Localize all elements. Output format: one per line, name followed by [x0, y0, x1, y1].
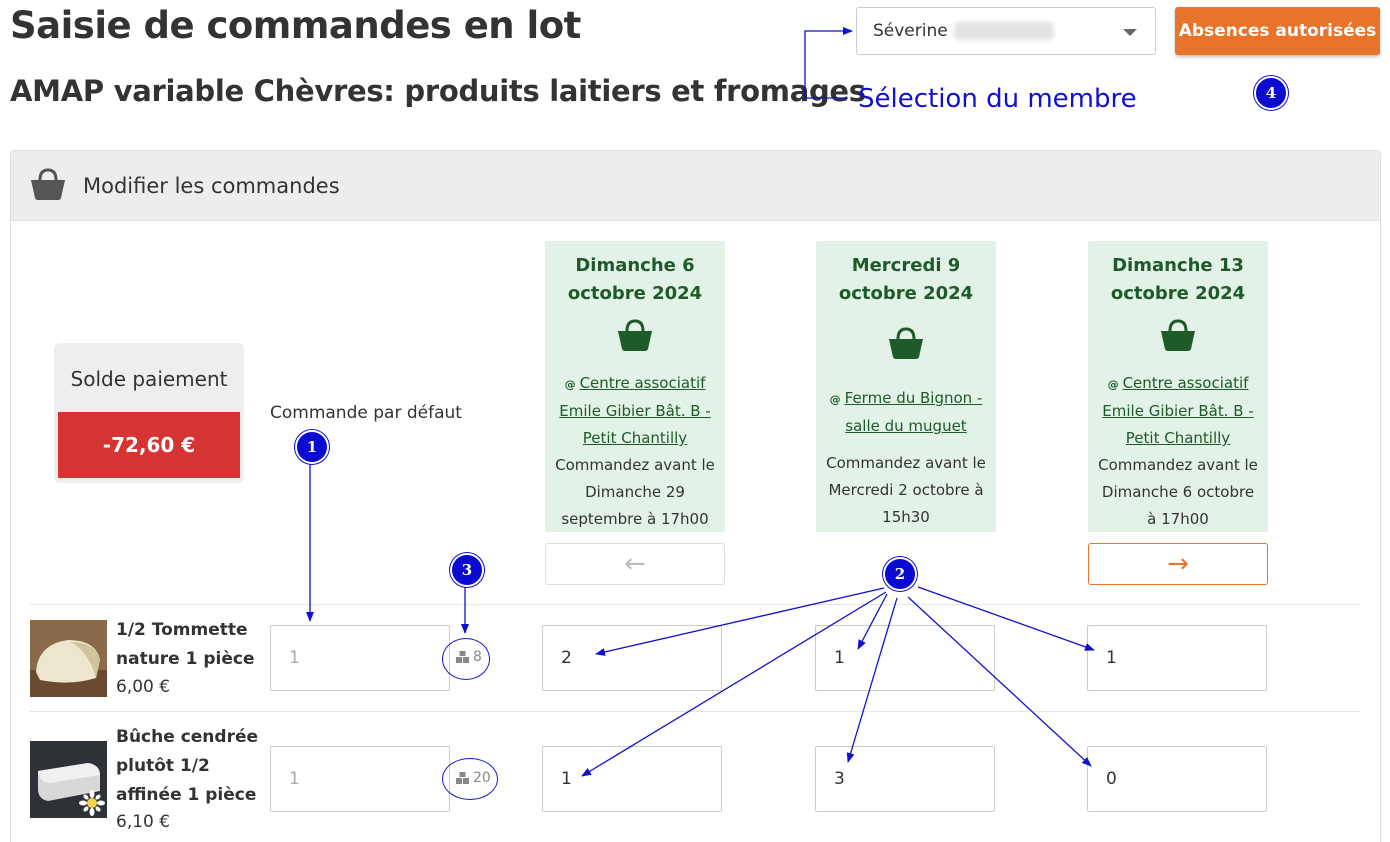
date-deadline: Commandez avant le Mercredi 2 octobre à …: [826, 454, 986, 526]
absences-button[interactable]: Absences autorisées: [1175, 7, 1380, 55]
qty-input[interactable]: 0: [1087, 746, 1267, 812]
qty-input[interactable]: 1: [815, 625, 995, 691]
annotation-marker-1: 1: [295, 430, 329, 464]
product-image: [30, 741, 107, 818]
panel-title: Modifier les commandes: [83, 173, 340, 198]
qty-input[interactable]: 2: [542, 625, 722, 691]
qty-input[interactable]: 1: [1087, 625, 1267, 691]
shopping-basket-icon: [816, 326, 996, 360]
annotation-member-label: Sélection du membre: [858, 84, 1137, 114]
shopping-basket-icon: [1088, 318, 1268, 352]
chevron-down-icon: [1123, 29, 1137, 36]
annotation-marker-3: 3: [450, 553, 484, 587]
stock-highlight-oval: [442, 638, 490, 680]
member-select[interactable]: Séverine: [856, 7, 1156, 55]
annotation-marker-4: 4: [1254, 76, 1288, 110]
prev-dates-button[interactable]: ←: [545, 543, 725, 585]
date-location-link[interactable]: @ Ferme du Bignon - salle du muguet: [816, 385, 996, 440]
default-qty-input[interactable]: 1: [270, 625, 450, 691]
qty-input[interactable]: 3: [815, 746, 995, 812]
product-image: [30, 620, 107, 697]
default-order-label: Commande par défaut: [270, 403, 462, 423]
product-name: Bûche cendrée plutôt 1/2 affinée 1 pièce: [116, 727, 259, 805]
annotation-marker-2: 2: [883, 557, 917, 591]
at-icon: @: [829, 393, 841, 406]
date-deadline: Commandez avant le Dimanche 29 septembre…: [555, 456, 715, 528]
date-card: Dimanche 13 octobre 2024 @ Centre associa…: [1088, 241, 1268, 532]
member-select-value: Séverine: [873, 21, 948, 41]
at-icon: @: [1107, 378, 1119, 391]
next-dates-button[interactable]: →: [1088, 543, 1268, 585]
date-deadline: Commandez avant le Dimanche 6 octobre à …: [1098, 456, 1258, 528]
date-location-link[interactable]: @ Centre associatif Emile Gibier Bât. B -…: [1088, 370, 1268, 452]
row-divider: [30, 711, 1360, 712]
default-qty-input[interactable]: 1: [270, 746, 450, 812]
product-name: 1/2 Tommette nature 1 pièce: [116, 620, 255, 669]
date-title: Dimanche 13 octobre 2024: [1110, 255, 1246, 304]
date-location-link[interactable]: @ Centre associatif Emile Gibier Bât. B -…: [545, 370, 725, 452]
date-title: Mercredi 9 octobre 2024: [838, 255, 974, 304]
product-price: 6,10 €: [116, 812, 171, 832]
at-icon: @: [564, 378, 576, 391]
date-card: Mercredi 9 octobre 2024 @ Ferme du Bignon…: [816, 241, 996, 532]
member-name-blurred: [953, 22, 1054, 40]
qty-input[interactable]: 1: [542, 746, 722, 812]
shopping-basket-icon: [29, 167, 67, 205]
shopping-basket-icon: [545, 318, 725, 352]
balance-amount: -72,60 €: [58, 412, 240, 478]
product-price: 6,00 €: [116, 677, 171, 697]
panel-header: Modifier les commandes: [11, 151, 1380, 221]
date-card: Dimanche 6 octobre 2024 @ Centre associat…: [545, 241, 725, 532]
page-subtitle: AMAP variable Chèvres: produits laitiers…: [10, 74, 866, 108]
date-title: Dimanche 6 octobre 2024: [567, 255, 703, 304]
page-title: Saisie de commandes en lot: [10, 4, 581, 47]
row-divider: [30, 604, 1360, 605]
balance-label: Solde paiement: [70, 367, 228, 391]
balance-card: Solde paiement -72,60 €: [54, 343, 244, 483]
stock-highlight-oval: [442, 758, 498, 800]
